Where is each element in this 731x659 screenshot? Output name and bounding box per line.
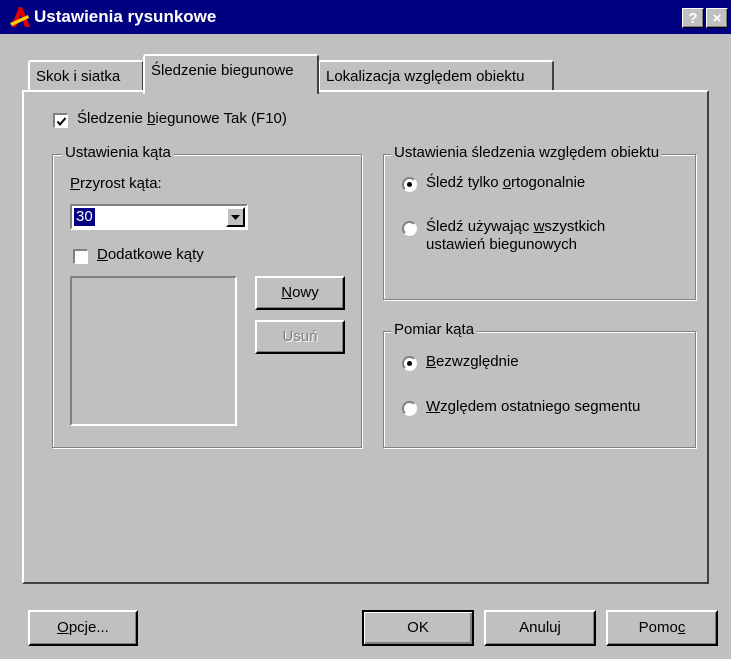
angle-measure-legend: Pomiar kąta <box>391 321 478 338</box>
delete-angle-button[interactable]: Usuń <box>255 320 345 354</box>
ortho-only-radio[interactable] <box>402 177 417 192</box>
additional-angles-checkbox[interactable] <box>73 249 88 264</box>
ortho-only-label[interactable]: Śledź tylko ortogonalnie <box>426 174 585 191</box>
all-polar-label-line2[interactable]: ustawień biegunowych <box>426 236 577 253</box>
angle-increment-combo[interactable]: 30 <box>70 204 248 230</box>
chevron-down-icon <box>231 215 240 220</box>
dropdown-button[interactable] <box>226 207 245 227</box>
cancel-button[interactable]: Anuluj <box>484 610 596 646</box>
tab-sledzenie-biegunowe[interactable]: Śledzenie biegunowe <box>143 54 319 94</box>
absolute-label[interactable]: Bezwzględnie <box>426 353 519 370</box>
absolute-radio[interactable] <box>402 356 417 371</box>
window-title: Ustawienia rysunkowe <box>34 7 217 26</box>
additional-angles-label[interactable]: Dodatkowe kąty <box>97 246 204 263</box>
angle-measure-group <box>383 331 696 448</box>
tab-label: Śledzenie biegunowe <box>151 62 294 79</box>
options-button[interactable]: Opcje... <box>28 610 138 646</box>
angle-increment-label: Przyrost kąta: <box>70 175 162 192</box>
angle-settings-legend: Ustawienia kąta <box>62 144 174 161</box>
help-button[interactable]: ? <box>682 8 704 28</box>
tab-label: Skok i siatka <box>36 68 121 85</box>
autocad-app-icon <box>8 5 32 29</box>
relative-label[interactable]: Względem ostatniego segmentu <box>426 398 640 415</box>
tab-label: Lokalizacja względem obiektu <box>326 68 525 85</box>
angle-increment-value: 30 <box>74 208 95 226</box>
ok-button[interactable]: OK <box>362 610 474 646</box>
title-bar[interactable]: Ustawienia rysunkowe ? × <box>0 0 731 34</box>
object-tracking-legend: Ustawienia śledzenia względem obiektu <box>391 144 663 161</box>
tab-lokalizacja[interactable]: Lokalizacja względem obiektu <box>318 60 554 90</box>
new-angle-button[interactable]: Nowy <box>255 276 345 310</box>
all-polar-radio[interactable] <box>402 221 417 236</box>
close-button[interactable]: × <box>706 8 728 28</box>
all-polar-label-line1[interactable]: Śledź używając wszystkich <box>426 218 605 235</box>
relative-radio[interactable] <box>402 401 417 416</box>
tab-skok-i-siatka[interactable]: Skok i siatka <box>28 60 144 90</box>
additional-angles-list[interactable] <box>70 276 237 426</box>
help-dialog-button[interactable]: Pomoc <box>606 610 718 646</box>
